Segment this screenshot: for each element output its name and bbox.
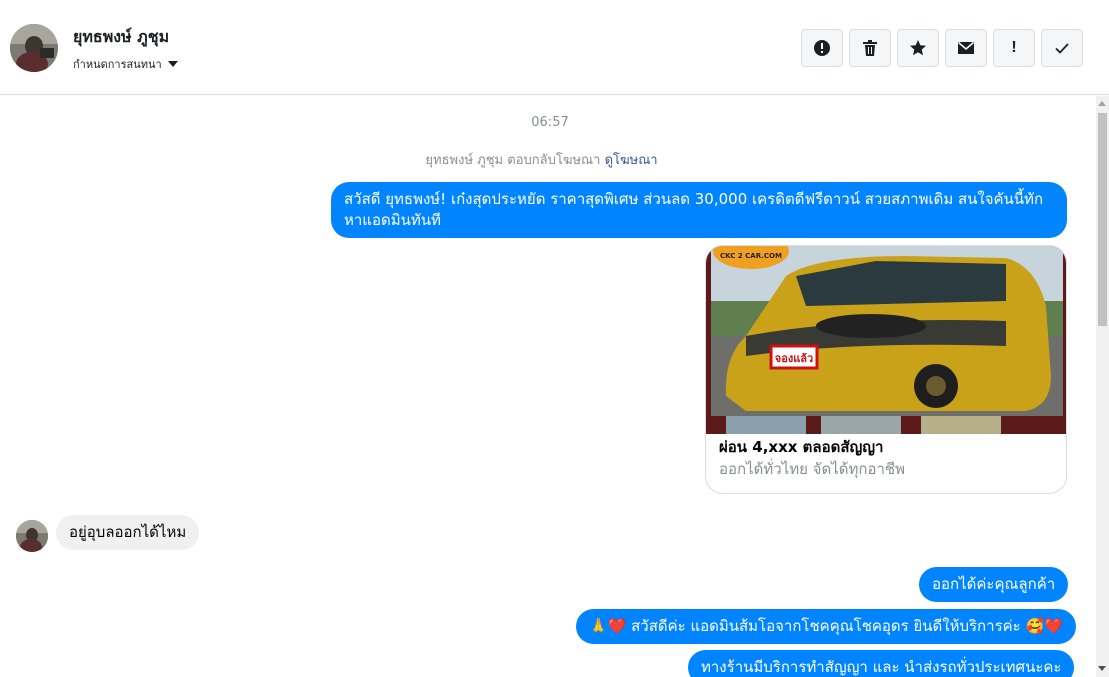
envelope-icon: [958, 41, 974, 54]
message-bubble-outgoing[interactable]: 🙏❤️ สวัสดีค่ะ แอดมินส้มโอจากโชคคุณโชคอุด…: [576, 609, 1076, 644]
assign-label: กำหนดการสนทนา: [73, 58, 162, 71]
check-icon: [1055, 43, 1069, 54]
contact-name[interactable]: ยุทธพงษ์ ภูชุม: [73, 25, 169, 50]
plate-text: จองแล้ว: [775, 352, 813, 365]
delete-button[interactable]: [849, 29, 891, 67]
trash-icon: [863, 40, 877, 56]
scroll-thumb[interactable]: [1098, 113, 1107, 326]
conversation-header: ยุทธพงษ์ ภูชุม กำหนดการสนทนา !: [0, 0, 1109, 95]
scroll-up-arrow-icon[interactable]: [1098, 101, 1106, 106]
done-button[interactable]: [1041, 29, 1083, 67]
assign-conversation-dropdown[interactable]: กำหนดการสนทนา: [73, 55, 178, 73]
contact-avatar[interactable]: [10, 24, 58, 72]
message-bubble-incoming[interactable]: อยู่อุบลออกได้ไหม: [56, 515, 200, 550]
mark-unread-button[interactable]: [945, 29, 987, 67]
message-bubble-outgoing[interactable]: ออกได้ค่ะคุณลูกค้า: [919, 567, 1069, 602]
message-timestamp: 06:57: [531, 115, 569, 130]
message-thread[interactable]: 06:57 ยุทธพงษ์ ภูชุม ตอบกลับโฆษณา ดูโฆษณ…: [0, 96, 1096, 677]
ad-car-image: จองแล้ว CKC 2 CAR.COM: [706, 246, 1066, 434]
scroll-down-arrow-icon[interactable]: [1098, 666, 1106, 671]
star-button[interactable]: [897, 29, 939, 67]
ad-reply-text: ยุทธพงษ์ ภูชุม ตอบกลับโฆษณา: [425, 153, 601, 168]
header-actions: !: [801, 29, 1083, 67]
thread-scrollbar[interactable]: [1096, 96, 1109, 677]
alert-circle-icon: [814, 40, 830, 56]
ad-reply-note: ยุทธพงษ์ ภูชุม ตอบกลับโฆษณา ดูโฆษณา: [0, 149, 1083, 170]
message-bubble-outgoing[interactable]: ทางร้านมีบริการทำสัญญา และ นำส่งรถทั่วปร…: [688, 650, 1075, 677]
spam-button[interactable]: [801, 29, 843, 67]
view-ad-link[interactable]: ดูโฆษณา: [605, 153, 658, 168]
ad-card[interactable]: จองแล้ว CKC 2 CAR.COM ผ่อน 4,xxx ตลอดสัญ…: [705, 245, 1067, 494]
priority-label: !: [1011, 39, 1017, 56]
sender-avatar: [16, 520, 48, 552]
star-icon: [910, 40, 926, 56]
caret-down-icon: [167, 61, 178, 67]
ad-card-subtitle: ออกได้ทั่วไทย จัดได้ทุกอาชีพ: [719, 460, 905, 478]
priority-button[interactable]: !: [993, 29, 1035, 67]
ad-card-title: ผ่อน 4,xxx ตลอดสัญญา: [719, 438, 884, 456]
message-bubble-outgoing[interactable]: สวัสดี ยุทธพงษ์! เก๋งสุดประหยัด ราคาสุดพ…: [331, 182, 1067, 238]
logo-text: CKC 2 CAR.COM: [720, 252, 782, 260]
